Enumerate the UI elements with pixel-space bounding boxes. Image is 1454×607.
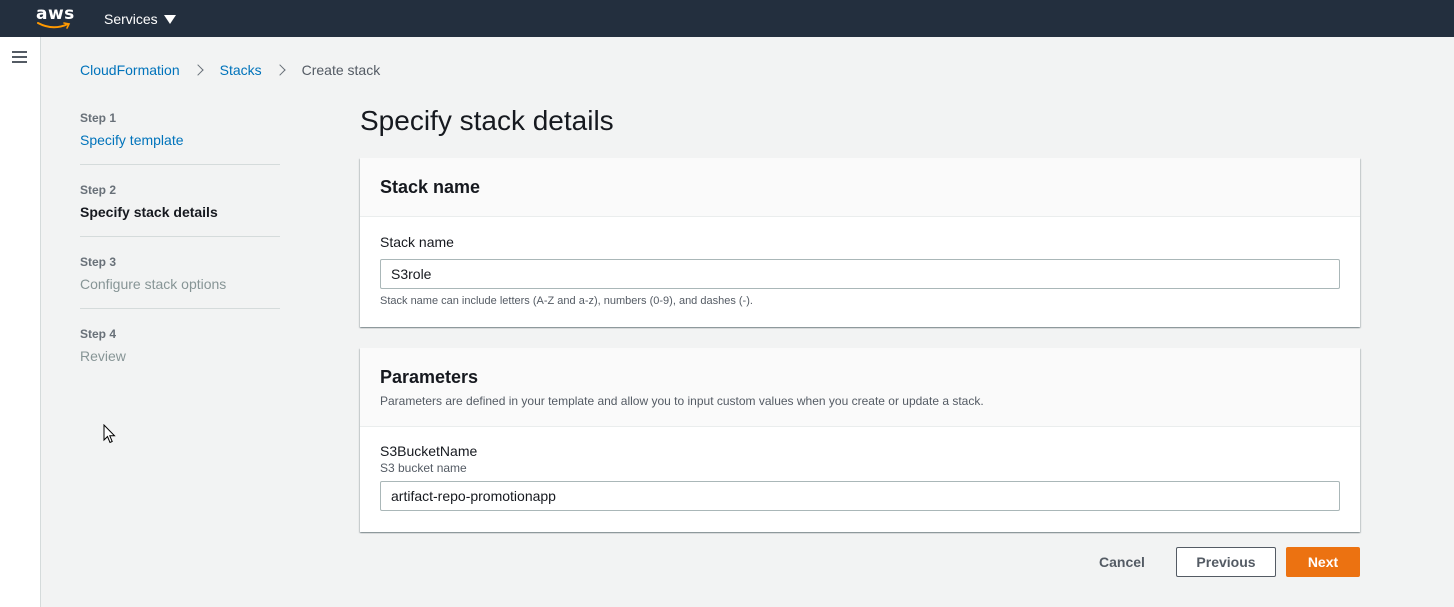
top-navigation: aws Services (0, 0, 1454, 37)
s3-bucket-name-input[interactable]: artifact-repo-promotionapp (380, 481, 1340, 511)
panel-header: Parameters Parameters are defined in you… (360, 348, 1360, 427)
step-4-title: Review (80, 348, 126, 364)
chevron-right-icon (273, 64, 286, 76)
step-2-title: Specify stack details (80, 204, 218, 220)
stack-name-label: Stack name (380, 234, 454, 250)
step-1: Step 1 Specify template (80, 110, 280, 150)
breadcrumb-stacks[interactable]: Stacks (220, 62, 262, 78)
stack-name-panel: Stack name Stack name S3role Stack name … (360, 158, 1360, 327)
step-3: Step 3 Configure stack options (80, 254, 280, 294)
aws-logo-text: aws (36, 4, 75, 24)
s3-bucket-name-label: S3BucketName (380, 443, 478, 459)
previous-button[interactable]: Previous (1176, 547, 1276, 577)
page-title: Specify stack details (360, 105, 614, 136)
menu-icon[interactable] (12, 51, 27, 64)
step-3-title: Configure stack options (80, 276, 227, 292)
divider (80, 308, 280, 309)
panel-header: Stack name (360, 158, 1360, 217)
step-number: Step 2 (80, 183, 117, 197)
breadcrumb: CloudFormation Stacks Create stack (80, 62, 380, 78)
side-rail (0, 37, 41, 607)
services-label: Services (104, 10, 158, 27)
step-2: Step 2 Specify stack details (80, 182, 280, 222)
step-number: Step 3 (80, 255, 117, 269)
caret-down-icon (163, 14, 176, 24)
wizard-steps: Step 1 Specify template Step 2 Specify s… (80, 110, 280, 366)
chevron-right-icon (191, 64, 204, 76)
step-1-link[interactable]: Specify template (80, 130, 280, 150)
stack-name-hint: Stack name can include letters (A-Z and … (380, 295, 753, 307)
mouse-cursor-icon (103, 424, 116, 444)
panel-title: Parameters (380, 367, 479, 387)
aws-logo[interactable]: aws (36, 4, 75, 30)
panel-body: Stack name S3role Stack name can include… (360, 217, 1360, 307)
next-button[interactable]: Next (1286, 547, 1360, 577)
cancel-button[interactable]: Cancel (1088, 547, 1156, 577)
divider (80, 236, 280, 237)
parameters-panel: Parameters Parameters are defined in you… (360, 348, 1360, 532)
step-number: Step 1 (80, 111, 117, 125)
step-4: Step 4 Review (80, 326, 280, 366)
services-menu[interactable]: Services (104, 0, 176, 37)
panel-description: Parameters are defined in your template … (380, 394, 984, 408)
breadcrumb-cloudformation[interactable]: CloudFormation (80, 62, 180, 78)
stack-name-input[interactable]: S3role (380, 259, 1340, 289)
panel-title: Stack name (380, 177, 481, 197)
s3-bucket-name-description: S3 bucket name (380, 461, 467, 475)
divider (80, 164, 280, 165)
step-number: Step 4 (80, 327, 117, 341)
aws-smile-icon (37, 22, 71, 29)
panel-body: S3BucketName S3 bucket name artifact-rep… (360, 427, 1360, 511)
breadcrumb-current: Create stack (301, 62, 381, 78)
